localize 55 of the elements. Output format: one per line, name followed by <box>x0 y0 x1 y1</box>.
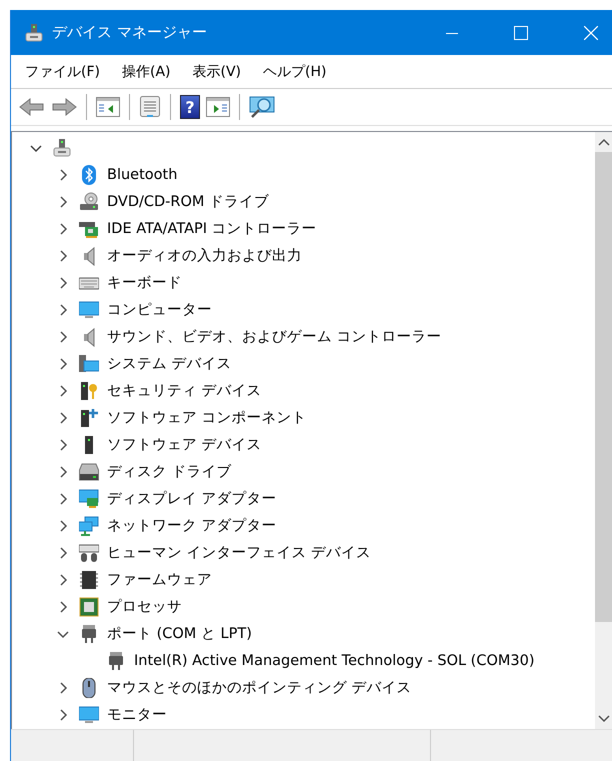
scrollbar-thumb[interactable] <box>595 152 612 622</box>
network-icon <box>79 516 99 536</box>
system-folder-icon <box>79 354 99 374</box>
tree-item-label[interactable]: プロセッサ <box>107 597 182 616</box>
forward-arrow-icon[interactable] <box>51 97 77 117</box>
tree-item-label[interactable]: ネットワーク アダプター <box>107 516 277 535</box>
tree-item-label[interactable]: セキュリティ デバイス <box>107 381 262 400</box>
disc-drive-icon <box>79 192 99 212</box>
maximize-icon[interactable] <box>514 26 528 40</box>
tree-item-label[interactable]: ディスク ドライブ <box>107 462 232 481</box>
close-icon[interactable] <box>584 26 598 40</box>
monitor-magnifier-icon[interactable] <box>249 95 277 119</box>
properties-icon[interactable] <box>139 95 161 119</box>
scroll-down-icon[interactable] <box>598 715 610 723</box>
tree-item-label[interactable]: ヒューマン インターフェイス デバイス <box>107 543 372 562</box>
keyboard-mouse-icon <box>79 542 99 562</box>
window-pane-icon[interactable] <box>96 96 120 118</box>
tree-item-label[interactable]: ファームウェア <box>107 570 212 589</box>
tree-item-label[interactable]: Bluetooth <box>107 166 178 182</box>
chip-icon <box>79 570 99 590</box>
tower-plus-icon <box>79 408 99 428</box>
key-tower-icon <box>79 380 99 400</box>
tree-item-label[interactable]: DVD/CD-ROM ドライブ <box>107 192 270 211</box>
window-title: デバイス マネージャー <box>52 23 207 42</box>
tree-item-label[interactable]: モニター <box>107 705 167 724</box>
port-connector-icon <box>106 650 126 670</box>
menu-item[interactable]: ファイル(F) <box>25 62 100 80</box>
tree-item-label[interactable]: ポート (COM と LPT) <box>107 624 252 643</box>
tree-item-label[interactable]: ソフトウェア コンポーネント <box>107 408 307 427</box>
computer-icon[interactable] <box>52 138 72 158</box>
tree-item-label[interactable]: ソフトウェア デバイス <box>107 435 262 454</box>
menu-item[interactable]: ヘルプ(H) <box>263 62 326 80</box>
menu-item[interactable]: 操作(A) <box>122 62 170 80</box>
scroll-up-icon[interactable] <box>598 138 610 146</box>
tree-item-label[interactable]: サウンド、ビデオ、およびゲーム コントローラー <box>107 327 442 346</box>
tree-item-label[interactable]: システム デバイス <box>107 354 232 373</box>
processor-icon <box>79 596 99 616</box>
tree-item-label[interactable]: ディスプレイ アダプター <box>107 489 277 508</box>
monitor-icon <box>79 300 99 320</box>
display-adapter-icon <box>79 488 99 508</box>
tree-item-label[interactable]: IDE ATA/ATAPI コントローラー <box>107 219 317 238</box>
menu-item[interactable]: 表示(V) <box>192 62 242 80</box>
monitor-icon <box>79 704 99 724</box>
tree-item-label[interactable]: コンピューター <box>107 300 212 319</box>
tree-item-label[interactable]: マウスとそのほかのポインティング デバイス <box>107 678 412 697</box>
drive-icon <box>79 462 99 482</box>
help-button[interactable]: ? <box>180 95 200 119</box>
window-pane-icon[interactable] <box>206 96 230 118</box>
back-arrow-icon[interactable] <box>19 97 45 117</box>
tree-item-label[interactable]: オーディオの入力および出力 <box>107 246 302 265</box>
tree-item-label[interactable]: Intel(R) Active Management Technology - SOL (COM30) <box>134 652 534 668</box>
app-icon <box>25 22 43 42</box>
tree-item-label[interactable]: キーボード <box>107 273 182 292</box>
bluetooth-icon <box>79 164 99 184</box>
port-connector-icon <box>79 624 99 644</box>
